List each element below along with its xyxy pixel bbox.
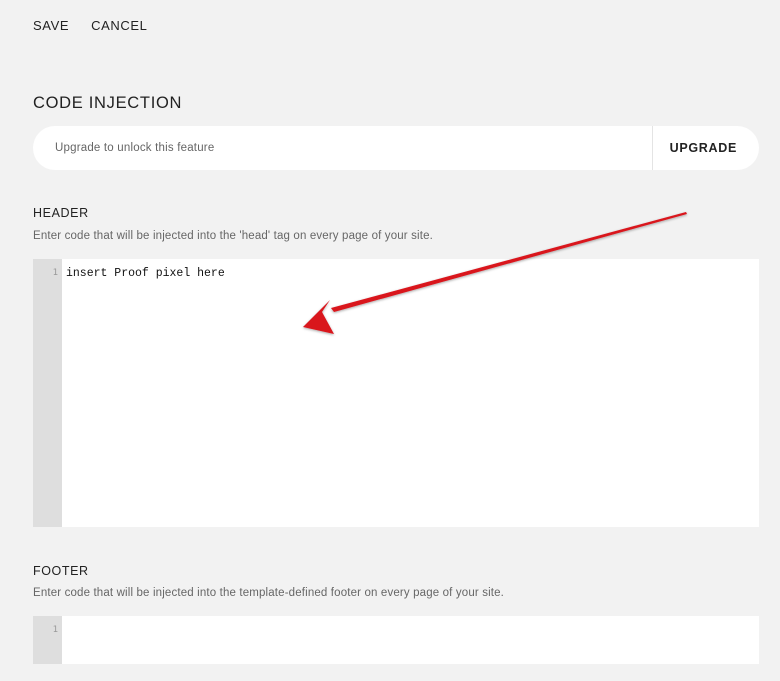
header-field-label: HEADER [33, 206, 89, 220]
footer-code-editor[interactable]: 1 [33, 616, 759, 664]
upgrade-banner: Upgrade to unlock this feature UPGRADE [33, 126, 759, 170]
save-button[interactable]: SAVE [33, 18, 69, 33]
header-editor-gutter: 1 [33, 259, 62, 527]
line-number: 1 [52, 625, 58, 635]
cancel-button[interactable]: CANCEL [91, 18, 147, 33]
code-line: insert Proof pixel here [66, 267, 225, 280]
footer-code-input[interactable] [62, 616, 759, 664]
upgrade-message: Upgrade to unlock this feature [55, 142, 215, 154]
footer-field-label: FOOTER [33, 564, 89, 578]
section-title: CODE INJECTION [33, 94, 183, 112]
line-number: 1 [52, 268, 58, 278]
footer-editor-gutter: 1 [33, 616, 62, 664]
header-code-editor[interactable]: 1 insert Proof pixel here [33, 259, 759, 527]
header-code-input[interactable]: insert Proof pixel here [62, 259, 759, 527]
top-actions: SAVE CANCEL [33, 18, 147, 33]
upgrade-button[interactable]: UPGRADE [651, 126, 759, 170]
footer-field-description: Enter code that will be injected into th… [33, 587, 505, 599]
header-field-description: Enter code that will be injected into th… [33, 230, 433, 242]
